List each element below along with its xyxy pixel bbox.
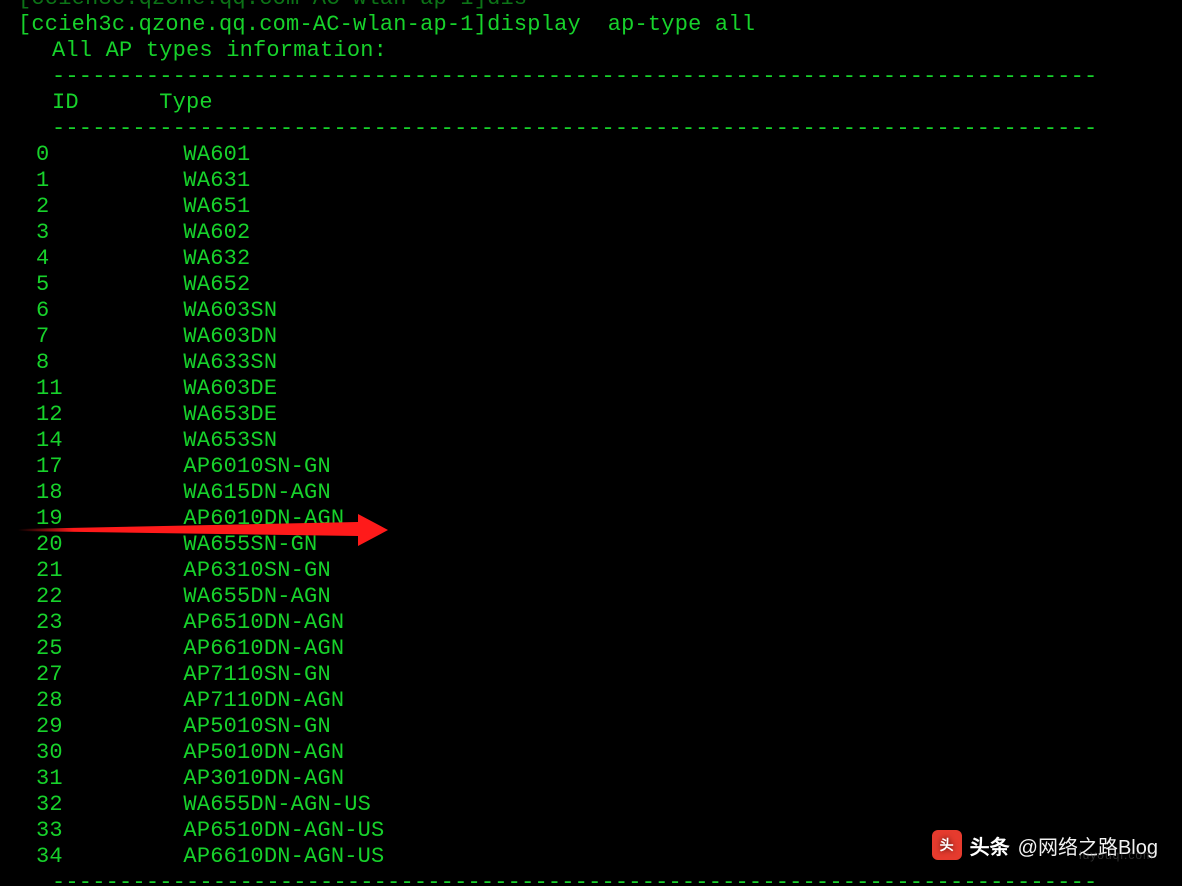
table-row: 7 WA603DN	[18, 324, 1182, 350]
table-header: ID Type	[18, 90, 1182, 116]
table-row: 2 WA651	[18, 194, 1182, 220]
table-row: 1 WA631	[18, 168, 1182, 194]
table-row: 18 WA615DN-AGN	[18, 480, 1182, 506]
table-row: 32 WA655DN-AGN-US	[18, 792, 1182, 818]
table-row: 12 WA653DE	[18, 402, 1182, 428]
terminal-divider: ----------------------------------------…	[18, 870, 1182, 886]
table-row: 14 WA653SN	[18, 428, 1182, 454]
terminal-command-line: [ccieh3c.qzone.qq.com-AC-wlan-ap-1]displ…	[18, 12, 1182, 38]
table-row: 17 AP6010SN-GN	[18, 454, 1182, 480]
table-row: 20 WA655SN-GN	[18, 532, 1182, 558]
table-row: 29 AP5010SN-GN	[18, 714, 1182, 740]
table-row: 4 WA632	[18, 246, 1182, 272]
table-row: 30 AP5010DN-AGN	[18, 740, 1182, 766]
watermark-faded: luyouqi.com	[1079, 848, 1154, 862]
watermark-prefix: 头条	[970, 831, 1010, 860]
terminal-divider: ----------------------------------------…	[18, 64, 1182, 90]
table-row: 11 WA603DE	[18, 376, 1182, 402]
table-row: 22 WA655DN-AGN	[18, 584, 1182, 610]
table-row: 28 AP7110DN-AGN	[18, 688, 1182, 714]
terminal-line-partial: [ccieh3c.qzone.qq.com AC wlan ap 1]dis	[18, 0, 1182, 12]
toutiao-logo-icon: 头	[932, 830, 962, 860]
terminal-divider: ----------------------------------------…	[18, 116, 1182, 142]
table-row: 8 WA633SN	[18, 350, 1182, 376]
table-row: 21 AP6310SN-GN	[18, 558, 1182, 584]
table-row: 31 AP3010DN-AGN	[18, 766, 1182, 792]
table-row: 23 AP6510DN-AGN	[18, 610, 1182, 636]
table-row: 19 AP6010DN-AGN	[18, 506, 1182, 532]
table-row: 25 AP6610DN-AGN	[18, 636, 1182, 662]
terminal-info-line: All AP types information:	[18, 38, 1182, 64]
table-row: 0 WA601	[18, 142, 1182, 168]
terminal-output: [ccieh3c.qzone.qq.com AC wlan ap 1]dis[c…	[0, 0, 1182, 886]
table-row: 27 AP7110SN-GN	[18, 662, 1182, 688]
table-row: 3 WA602	[18, 220, 1182, 246]
table-row: 6 WA603SN	[18, 298, 1182, 324]
table-row: 5 WA652	[18, 272, 1182, 298]
